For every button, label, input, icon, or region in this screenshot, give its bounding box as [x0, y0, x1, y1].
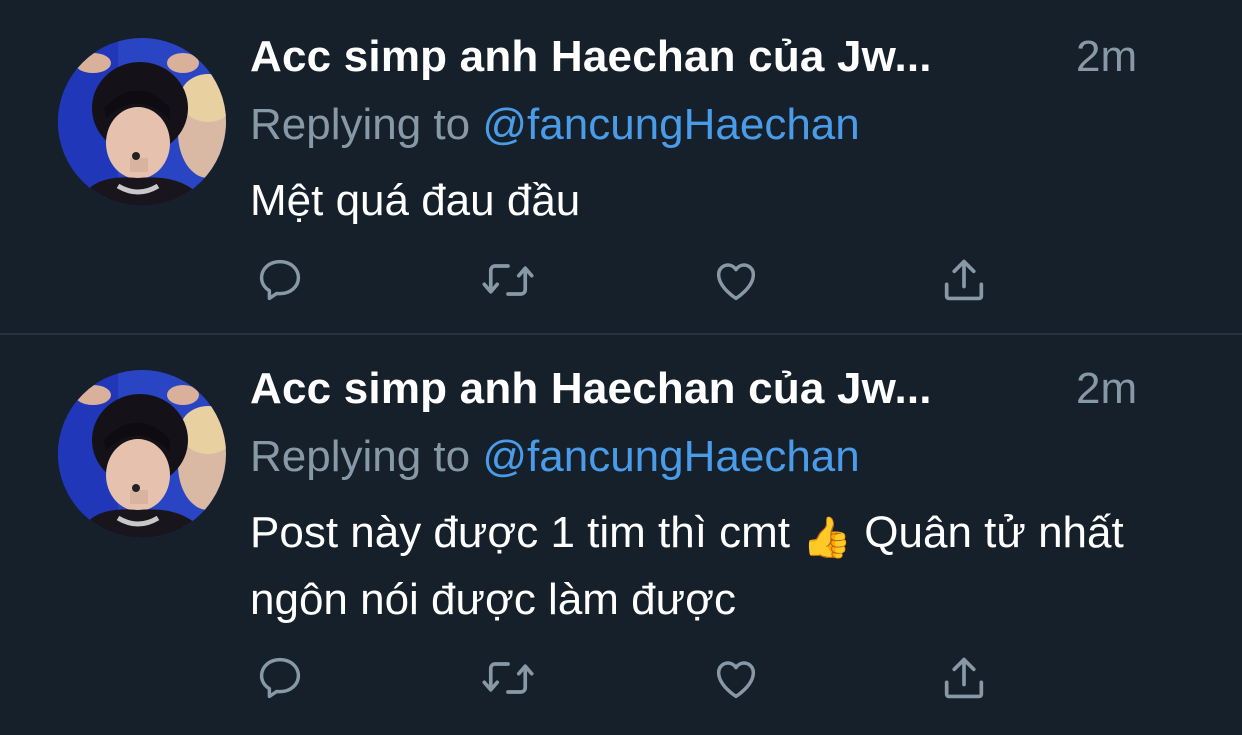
display-name[interactable]: Acc simp anh Haechan của Jw... — [250, 32, 932, 82]
retweet-button[interactable] — [478, 650, 538, 706]
tweet-header: Acc simp anh Haechan của Jw... 2m — [250, 364, 1150, 424]
reply-icon — [259, 657, 301, 699]
display-name[interactable]: Acc simp anh Haechan của Jw... — [250, 364, 932, 414]
reply-icon — [259, 259, 301, 301]
tweet-text-part1: Post này được 1 tim thì cmt — [250, 508, 803, 557]
avatar[interactable] — [58, 370, 226, 538]
replying-prefix: Replying to — [250, 100, 483, 149]
retweet-icon — [482, 662, 534, 694]
replying-handle-link[interactable]: @fancungHaechan — [482, 432, 859, 481]
share-button[interactable] — [934, 252, 994, 308]
reply-button[interactable] — [250, 252, 310, 308]
tweet-actions — [250, 252, 1010, 308]
profile-photo-icon — [58, 38, 226, 206]
retweet-button[interactable] — [478, 252, 538, 308]
divider — [0, 333, 1242, 335]
retweet-icon — [482, 264, 534, 296]
tweet[interactable]: Acc simp anh Haechan của Jw... 2m Replyi… — [0, 0, 1242, 334]
profile-photo-icon — [58, 370, 226, 538]
tweet-text: Mệt quá đau đầu — [250, 176, 581, 225]
share-icon — [944, 657, 984, 699]
tweet[interactable]: Acc simp anh Haechan của Jw... 2m Replyi… — [0, 336, 1242, 735]
like-button[interactable] — [706, 650, 766, 706]
replying-to: Replying to @fancungHaechan — [250, 432, 860, 482]
timestamp[interactable]: 2m — [1076, 32, 1137, 82]
replying-to: Replying to @fancungHaechan — [250, 100, 860, 150]
avatar[interactable] — [58, 38, 226, 206]
heart-icon — [716, 661, 756, 699]
tweet-actions — [250, 650, 1010, 706]
tweet-text: Post này được 1 tim thì cmt 👍 Quân tử nh… — [250, 502, 1170, 631]
share-icon — [944, 259, 984, 301]
reply-button[interactable] — [250, 650, 310, 706]
replying-handle-link[interactable]: @fancungHaechan — [482, 100, 859, 149]
replying-prefix: Replying to — [250, 432, 483, 481]
tweet-header: Acc simp anh Haechan của Jw... 2m — [250, 32, 1150, 92]
thumbs-up-emoji: 👍 — [802, 516, 853, 560]
timestamp[interactable]: 2m — [1076, 364, 1137, 414]
share-button[interactable] — [934, 650, 994, 706]
like-button[interactable] — [706, 252, 766, 308]
heart-icon — [716, 263, 756, 301]
